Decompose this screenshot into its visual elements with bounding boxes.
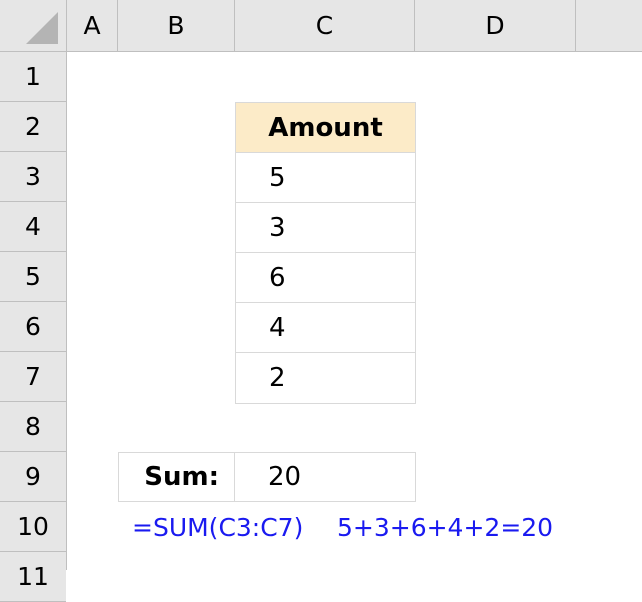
row-header-11[interactable]: 11 — [0, 552, 66, 602]
cell-c2-amount-header[interactable]: Amount — [236, 103, 415, 153]
row-header-6[interactable]: 6 — [0, 302, 66, 352]
cell-b9-sum-label[interactable]: Sum: — [119, 453, 235, 501]
cell-c3[interactable]: 5 — [236, 153, 415, 203]
column-header-a[interactable]: A — [67, 0, 118, 51]
spreadsheet-sheet: A B C D 1 2 3 4 5 6 7 8 9 10 11 Amount 5… — [0, 0, 642, 602]
column-header-c[interactable]: C — [235, 0, 415, 51]
select-all-corner[interactable] — [0, 0, 67, 51]
column-header-strip: A B C D — [0, 0, 642, 52]
column-header-e-partial[interactable] — [576, 0, 642, 51]
cell-c5[interactable]: 6 — [236, 253, 415, 303]
row-header-2[interactable]: 2 — [0, 102, 66, 152]
row-header-7[interactable]: 7 — [0, 352, 66, 402]
column-header-d[interactable]: D — [415, 0, 576, 51]
cell-c9-sum-value[interactable]: 20 — [235, 453, 415, 501]
row-header-1[interactable]: 1 — [0, 52, 66, 102]
expansion-annotation: 5+3+6+4+2=20 — [337, 512, 554, 542]
row-header-8[interactable]: 8 — [0, 402, 66, 452]
row-header-3[interactable]: 3 — [0, 152, 66, 202]
select-all-triangle-icon — [26, 12, 58, 44]
formula-annotation: =SUM(C3:C7) — [132, 512, 304, 542]
column-header-b[interactable]: B — [118, 0, 235, 51]
row-header-4[interactable]: 4 — [0, 202, 66, 252]
row-header-strip: 1 2 3 4 5 6 7 8 9 10 11 — [0, 52, 67, 602]
cell-c4[interactable]: 3 — [236, 203, 415, 253]
amount-table: Amount 5 3 6 4 2 — [235, 102, 416, 404]
cell-c7[interactable]: 2 — [236, 353, 415, 403]
row-header-10[interactable]: 10 — [0, 502, 66, 552]
row-header-9[interactable]: 9 — [0, 452, 66, 502]
row-header-5[interactable]: 5 — [0, 252, 66, 302]
cell-grid-area: Amount 5 3 6 4 2 Sum: 20 =SUM(C3:C7) 5+3… — [67, 52, 642, 570]
sum-row: Sum: 20 — [118, 452, 416, 502]
cell-c6[interactable]: 4 — [236, 303, 415, 353]
